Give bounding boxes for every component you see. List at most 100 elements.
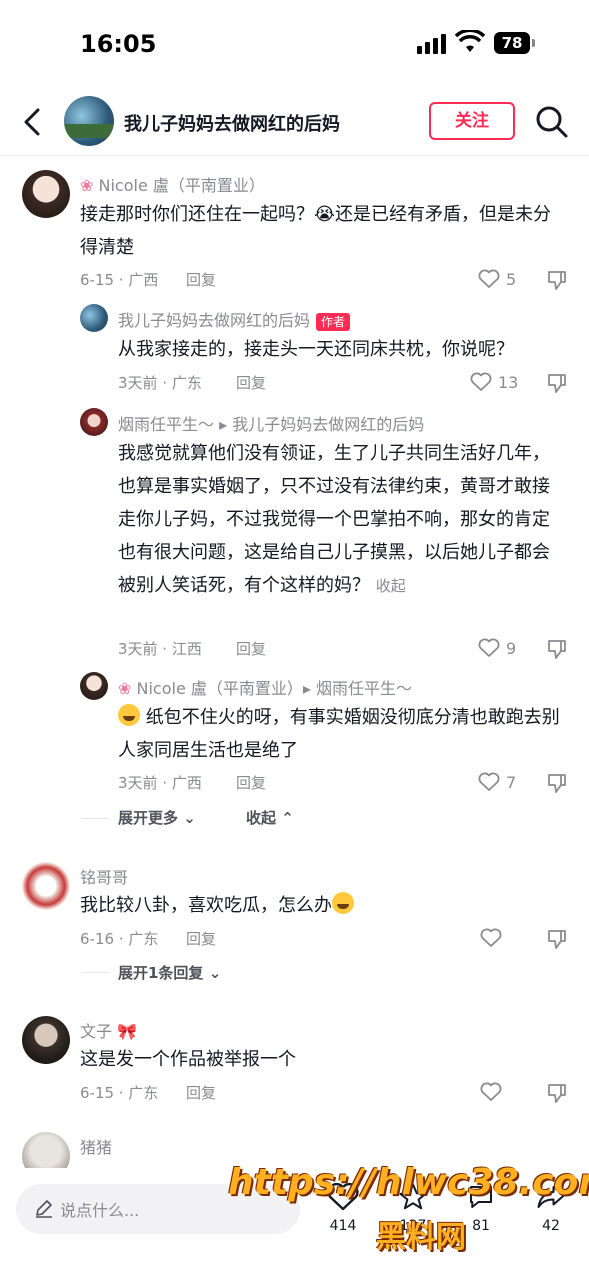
dislike-icon[interactable] bbox=[545, 268, 569, 292]
comment-author[interactable]: 我儿子妈妈去做网红的后妈 作者 bbox=[118, 307, 351, 331]
star-icon bbox=[399, 1183, 427, 1210]
comment-meta: 3天前 · 广西 bbox=[118, 774, 202, 792]
comment-total: 81 bbox=[472, 1218, 490, 1234]
comment-meta: 6-16 · 广东 bbox=[80, 930, 159, 948]
page-title[interactable]: 我儿子妈妈去做网红的后妈 bbox=[124, 110, 340, 136]
reply-button[interactable]: 回复 bbox=[186, 269, 216, 290]
comment-author[interactable]: ❀ Nicole 盧（平南置业） bbox=[80, 172, 265, 196]
follow-button[interactable]: 关注 bbox=[429, 102, 515, 140]
heart-icon bbox=[327, 1182, 359, 1211]
like-button[interactable]: 7 bbox=[478, 770, 538, 796]
like-button[interactable] bbox=[480, 1080, 540, 1106]
comment-meta: 3天前 · 江西 bbox=[118, 640, 202, 658]
status-time: 16:05 bbox=[80, 30, 157, 58]
comment-text: 这是发一个作品被举报一个 bbox=[80, 1049, 296, 1070]
comment-meta: 3天前 · 广东 bbox=[118, 374, 202, 392]
like-button[interactable]: 13 bbox=[470, 370, 530, 396]
comment-action[interactable]: 81 bbox=[456, 1182, 506, 1252]
comment-text: 接走那时你们还住在一起吗？😭还是已经有矛盾，但是未分得清楚 bbox=[80, 204, 552, 258]
avatar[interactable] bbox=[80, 408, 108, 436]
expand-more-button[interactable]: 展开更多 ⌄ bbox=[118, 807, 196, 828]
heart-icon bbox=[478, 638, 500, 657]
heart-icon bbox=[478, 269, 500, 288]
avatar[interactable] bbox=[80, 304, 108, 332]
reply-item: ❀ Nicole 盧（平南置业）▸ 烟雨任平生～ 纸包不住火的呀，有事实婚姻没彻… bbox=[0, 672, 589, 802]
comment-item: 猪猪 bbox=[0, 1128, 589, 1168]
comment-author[interactable]: 铭哥哥 bbox=[80, 864, 128, 888]
dislike-icon[interactable] bbox=[545, 371, 569, 395]
like-button[interactable]: 9 bbox=[478, 636, 538, 662]
avatar[interactable] bbox=[22, 1016, 70, 1064]
dislike-icon[interactable] bbox=[545, 771, 569, 795]
comment-author[interactable]: 猪猪 bbox=[80, 1134, 112, 1158]
reply-item: 烟雨任平生～ ▸ 我儿子妈妈去做网红的后妈 我感觉就算他们没有领证，生了儿子共同… bbox=[0, 406, 589, 666]
chevron-up-icon: ⌃ bbox=[281, 809, 294, 827]
comment-author[interactable]: 烟雨任平生～ ▸ 我儿子妈妈去做网红的后妈 bbox=[118, 411, 424, 435]
comment-text: 我感觉就算他们没有领证，生了儿子共同生活好几年，也算是事实婚姻了，只不过没有法律… bbox=[118, 443, 550, 596]
heart-icon bbox=[480, 1082, 502, 1101]
like-button[interactable]: 5 bbox=[478, 267, 538, 293]
search-icon[interactable] bbox=[534, 104, 570, 140]
like-count: 5 bbox=[506, 270, 517, 289]
author-badge: 作者 bbox=[316, 312, 351, 331]
fold-link[interactable]: 收起 bbox=[376, 577, 406, 595]
avatar[interactable] bbox=[22, 862, 70, 910]
comment-meta: 6-15 · 广西 bbox=[80, 271, 159, 289]
collect-action[interactable]: 137 bbox=[388, 1182, 438, 1252]
dislike-icon[interactable] bbox=[545, 927, 569, 951]
reply-item: 我儿子妈妈去做网红的后妈 作者 从我家接走的，接走头一天还同床共枕，你说呢？ 3天… bbox=[0, 302, 589, 402]
battery-icon: 78 bbox=[494, 32, 535, 54]
reply-button[interactable]: 回复 bbox=[236, 772, 266, 793]
reply-button[interactable]: 回复 bbox=[186, 1082, 216, 1103]
dislike-icon[interactable] bbox=[545, 637, 569, 661]
like-button[interactable] bbox=[480, 926, 540, 952]
share-action[interactable]: 42 bbox=[526, 1182, 576, 1252]
chevron-down-icon: ⌄ bbox=[183, 809, 196, 827]
divider bbox=[82, 818, 108, 819]
comment-meta: 6-15 · 广东 bbox=[80, 1084, 159, 1102]
share-total: 42 bbox=[542, 1218, 560, 1234]
comment-input-placeholder: 说点什么... bbox=[60, 1201, 140, 1220]
comment-author[interactable]: 文子 🎀 bbox=[80, 1018, 137, 1042]
like-count: 13 bbox=[498, 373, 519, 392]
comment-item: ❀ Nicole 盧（平南置业） 接走那时你们还住在一起吗？😭还是已经有矛盾，但… bbox=[0, 168, 589, 298]
expand-replies-button[interactable]: 展开1条回复 ⌄ bbox=[118, 962, 221, 983]
collect-total: 137 bbox=[399, 1218, 427, 1234]
header-avatar[interactable] bbox=[64, 96, 114, 146]
reply-button[interactable]: 回复 bbox=[186, 928, 216, 949]
reply-button[interactable]: 回复 bbox=[236, 372, 266, 393]
comment-text: 纸包不住火的呀，有事实婚姻没彻底分清也敢跑去别人家同居生活也是绝了 bbox=[118, 701, 566, 767]
share-icon bbox=[537, 1186, 565, 1208]
bottom-bar: 说点什么... 414 137 81 42 bbox=[0, 1168, 589, 1280]
bow-icon: 🎀 bbox=[117, 1022, 138, 1041]
comment-item: 文子 🎀 这是发一个作品被举报一个 6-15 · 广东 回复 bbox=[0, 1014, 589, 1114]
avatar[interactable] bbox=[22, 170, 70, 218]
like-count: 9 bbox=[506, 639, 517, 658]
heart-icon bbox=[470, 372, 492, 391]
comment-icon bbox=[470, 1186, 492, 1208]
sweat-emoji-icon bbox=[332, 892, 354, 914]
status-bar: 16:05 78 bbox=[0, 0, 589, 88]
signal-icon bbox=[417, 34, 449, 54]
avatar[interactable] bbox=[80, 672, 108, 700]
header: 我儿子妈妈去做网红的后妈 关注 bbox=[0, 88, 589, 156]
comment-text: 从我家接走的，接走头一天还同床共枕，你说呢？ bbox=[118, 339, 514, 360]
divider bbox=[82, 972, 108, 973]
comment-author[interactable]: ❀ Nicole 盧（平南置业）▸ 烟雨任平生～ bbox=[118, 675, 412, 699]
laugh-emoji-icon bbox=[118, 704, 140, 726]
like-count: 7 bbox=[506, 773, 517, 792]
comment-item: 铭哥哥 我比较八卦，喜欢吃瓜，怎么办 6-16 · 广东 回复 bbox=[0, 860, 589, 960]
pen-icon bbox=[36, 1200, 52, 1218]
wifi-icon bbox=[455, 30, 485, 52]
avatar[interactable] bbox=[22, 1132, 70, 1168]
chevron-down-icon: ⌄ bbox=[208, 964, 222, 982]
collapse-button[interactable]: 收起 ⌃ bbox=[246, 807, 294, 828]
dislike-icon[interactable] bbox=[545, 1081, 569, 1105]
like-total: 414 bbox=[329, 1218, 357, 1234]
comment-input[interactable]: 说点什么... bbox=[16, 1184, 300, 1234]
reply-button[interactable]: 回复 bbox=[236, 638, 266, 659]
heart-icon bbox=[478, 772, 500, 791]
back-icon[interactable] bbox=[18, 104, 48, 140]
like-action[interactable]: 414 bbox=[318, 1182, 368, 1252]
heart-icon bbox=[480, 928, 502, 947]
